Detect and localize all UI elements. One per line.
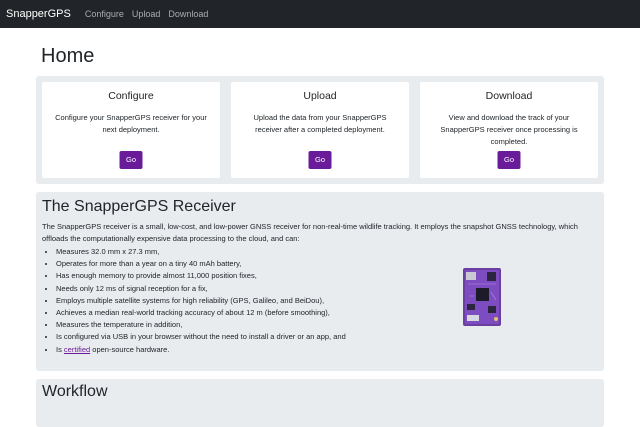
configure-go-button[interactable]: Go (119, 151, 143, 169)
receiver-section: The SnapperGPS Receiver The SnapperGPS r… (36, 192, 604, 371)
feature-list: Measures 32.0 mm x 27.3 mm, Operates for… (42, 246, 598, 356)
list-item: Is configured via USB in your browser wi… (56, 331, 598, 343)
card-text: Upload the data from your SnapperGPS rec… (253, 113, 387, 134)
list-item: Needs only 12 ms of signal reception for… (56, 283, 598, 295)
top-navbar: SnapperGPS Configure Upload Download (0, 0, 640, 28)
list-item: Employs multiple satellite systems for h… (56, 295, 598, 307)
list-item: Measures 32.0 mm x 27.3 mm, (56, 246, 598, 258)
main-container: Home Configure Configure your SnapperGPS… (0, 44, 640, 427)
workflow-heading: Workflow (42, 383, 108, 400)
page-title: Home (41, 45, 95, 67)
list-item: Measures the temperature in addition, (56, 319, 598, 331)
list-item: Has enough memory to provide almost 11,0… (56, 270, 598, 282)
brand-link[interactable]: SnapperGPS (6, 8, 71, 20)
upload-card: Upload Upload the data from your Snapper… (231, 82, 409, 178)
nav-link-configure[interactable]: Configure (85, 9, 124, 19)
upload-go-button[interactable]: Go (308, 151, 332, 169)
workflow-section: Workflow (36, 379, 604, 427)
list-item: Achieves a median real-world tracking ac… (56, 307, 598, 319)
receiver-intro: The SnapperGPS receiver is a small, low-… (42, 222, 578, 243)
card-title: Configure (108, 90, 154, 102)
card-title: Download (485, 90, 533, 102)
card-text: View and download the track of your Snap… (440, 113, 578, 146)
certified-link[interactable]: certified (64, 345, 90, 354)
action-cards: Configure Configure your SnapperGPS rece… (36, 76, 604, 184)
nav-link-upload[interactable]: Upload (132, 9, 161, 19)
configure-card: Configure Configure your SnapperGPS rece… (42, 82, 220, 178)
feature-prefix: Is (56, 344, 64, 354)
download-card: Download View and download the track of … (420, 82, 598, 178)
receiver-heading: The SnapperGPS Receiver (42, 198, 236, 215)
list-item: Is certified open-source hardware. (56, 344, 598, 356)
card-text: Configure your SnapperGPS receiver for y… (55, 113, 207, 134)
nav-link-download[interactable]: Download (168, 9, 208, 19)
card-title: Upload (303, 90, 337, 102)
list-item: Operates for more than a year on a tiny … (56, 258, 598, 270)
feature-suffix: open-source hardware. (90, 344, 170, 354)
receiver-board-image (463, 268, 501, 326)
download-go-button[interactable]: Go (497, 151, 521, 169)
